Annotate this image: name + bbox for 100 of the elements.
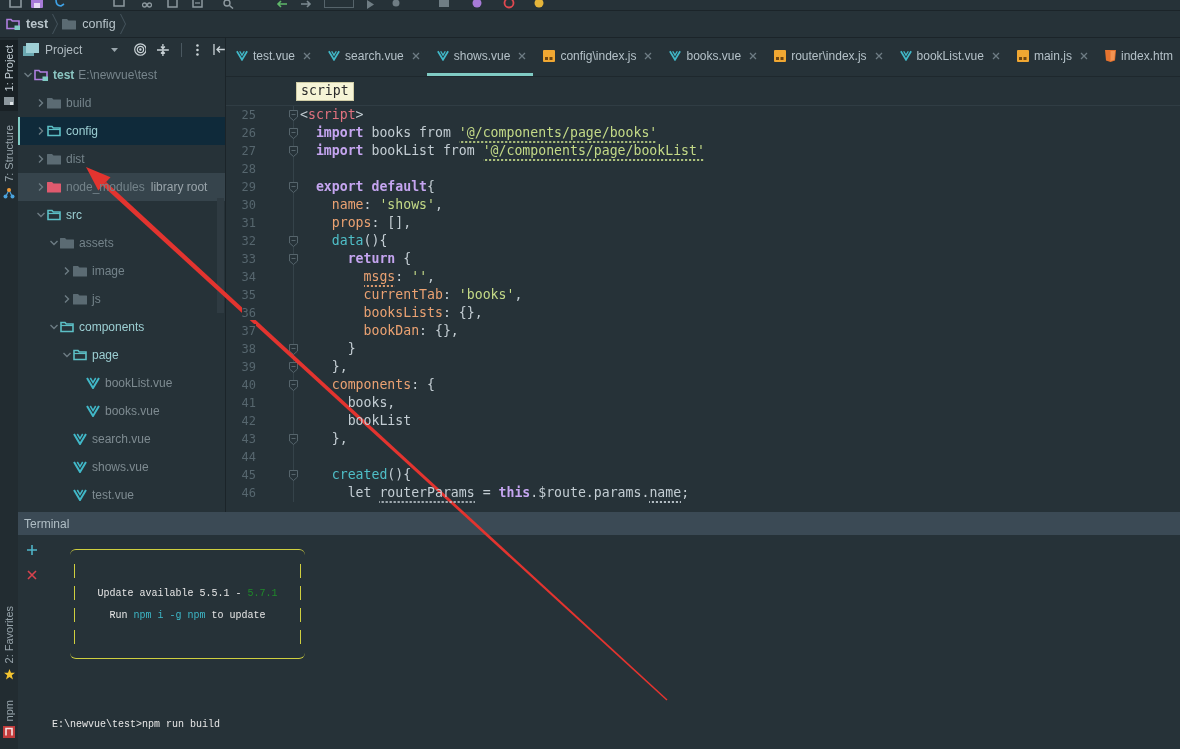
tree-item[interactable]: src <box>18 201 225 229</box>
tree-item[interactable]: bookList.vue <box>18 369 225 397</box>
ring-icon[interactable] <box>503 0 515 9</box>
close-icon[interactable] <box>991 51 1000 60</box>
close-icon[interactable] <box>411 51 420 60</box>
code-line: import bookList from '@/components/page/bookList' <box>315 141 705 161</box>
back-arrow-icon[interactable] <box>276 0 288 8</box>
close-icon[interactable] <box>518 51 527 60</box>
code-line: components: { <box>331 376 435 395</box>
tree-item[interactable]: components <box>18 313 225 341</box>
v-icon <box>328 50 341 61</box>
editor-tab[interactable]: bookList.vue <box>889 38 1007 76</box>
code-line: booksLists: {}, <box>363 304 483 323</box>
notice-text: Run npm i -g npm to update <box>109 608 266 623</box>
close-icon[interactable] <box>644 51 653 60</box>
project-view-dropdown[interactable]: Project <box>23 40 118 59</box>
more-icon[interactable] <box>196 43 200 56</box>
dropdown-field[interactable] <box>324 0 354 8</box>
chevron-icon[interactable] <box>50 239 58 247</box>
chevron-icon <box>52 14 59 34</box>
chevron-icon[interactable] <box>37 99 45 107</box>
file-icon <box>1016 49 1029 62</box>
close-icon[interactable] <box>874 51 883 60</box>
editor-tab[interactable]: search.vue <box>318 38 427 76</box>
close-icon[interactable] <box>749 51 758 60</box>
chevron-icon[interactable] <box>37 211 45 219</box>
code-line: data(){ <box>331 232 388 251</box>
search-icon[interactable] <box>223 0 234 9</box>
code-line: created(){ <box>331 466 412 485</box>
square-icon[interactable] <box>192 0 203 8</box>
loops-icon[interactable] <box>142 0 152 8</box>
close-icon[interactable] <box>27 570 37 580</box>
tree-item[interactable]: page <box>18 341 225 369</box>
folder-icon <box>47 181 61 193</box>
caret-icon <box>110 47 118 52</box>
close-icon[interactable] <box>303 51 312 60</box>
disk-icon[interactable] <box>31 0 43 8</box>
chevron-icon[interactable] <box>37 183 45 191</box>
folder-icon <box>60 321 74 333</box>
breadcrumb-tooltip: script <box>296 81 354 101</box>
code-line: } <box>347 340 356 359</box>
v-icon <box>73 461 87 473</box>
v-icon <box>73 433 87 445</box>
tree-item[interactable]: books.vue <box>18 397 225 425</box>
code-line: return { <box>347 250 412 269</box>
tool-window-tab[interactable]: npm <box>0 694 18 743</box>
code-line: <script> <box>300 106 364 125</box>
file-icon <box>543 49 556 62</box>
folder-icon <box>60 237 74 249</box>
editor-tab[interactable]: books.vue <box>659 38 765 76</box>
scrollbar[interactable] <box>217 198 224 313</box>
folder-icon <box>73 265 87 277</box>
tree-item[interactable]: test.vue <box>18 481 225 509</box>
chevron-icon[interactable] <box>63 295 71 303</box>
breadcrumb-item[interactable]: config <box>62 14 116 34</box>
close-icon[interactable] <box>1079 51 1088 60</box>
tree-item[interactable]: search.vue <box>18 425 225 453</box>
tool-window-tab[interactable]: 2: Favorites <box>0 601 18 685</box>
code-line: currentTab: 'books', <box>363 286 523 305</box>
add-icon[interactable] <box>27 545 37 555</box>
editor-tab[interactable]: router\index.js <box>764 38 890 76</box>
breadcrumb-item[interactable]: test <box>6 14 49 34</box>
code-line: props: [], <box>331 214 412 233</box>
tree-item[interactable]: test E:\newvue\test <box>18 61 225 89</box>
collapse-icon[interactable] <box>157 43 170 56</box>
folder-icon <box>73 349 87 361</box>
v-icon <box>86 377 100 389</box>
editor-tab[interactable]: config\index.js <box>533 38 660 76</box>
code-line: name: 'shows', <box>331 196 443 215</box>
v-icon <box>86 405 100 417</box>
editor-tab[interactable]: test.vue <box>226 38 319 76</box>
folder-icon <box>34 69 48 81</box>
target-icon[interactable] <box>133 43 147 56</box>
tree-item[interactable]: config <box>18 117 225 145</box>
chevron-icon[interactable] <box>50 323 58 331</box>
tree-item[interactable]: shows.vue <box>18 453 225 481</box>
command-prompt: E:\newvue\test>npm run build <box>52 718 222 732</box>
chevron-icon[interactable] <box>24 71 32 79</box>
v-icon <box>899 50 912 61</box>
stacked-squares-icon <box>23 43 39 56</box>
play-icon[interactable] <box>366 0 375 9</box>
chevron-icon[interactable] <box>63 351 71 359</box>
editor-tab[interactable]: main.js <box>1006 38 1095 76</box>
folder-icon <box>6 18 20 30</box>
square-icon[interactable] <box>439 0 449 8</box>
chevron-icon[interactable] <box>37 127 45 135</box>
editor-tab[interactable]: index.htm <box>1094 38 1180 76</box>
code-line: }, <box>331 358 348 377</box>
forward-arrow-icon[interactable] <box>300 0 312 8</box>
star-icon <box>3 668 15 680</box>
tool-window-tab[interactable]: 1: Project <box>0 40 18 112</box>
editor-tab[interactable]: shows.vue <box>426 38 534 76</box>
code-line: }, <box>331 430 348 449</box>
chevron-icon[interactable] <box>63 267 71 275</box>
folder-icon <box>47 97 61 109</box>
hide-panel-icon[interactable] <box>213 44 225 55</box>
tool-window-tab[interactable]: 7: Structure <box>0 120 18 205</box>
code-line: export default{ <box>315 178 435 197</box>
chevron-icon[interactable] <box>37 155 45 163</box>
arc-icon[interactable] <box>55 0 65 8</box>
